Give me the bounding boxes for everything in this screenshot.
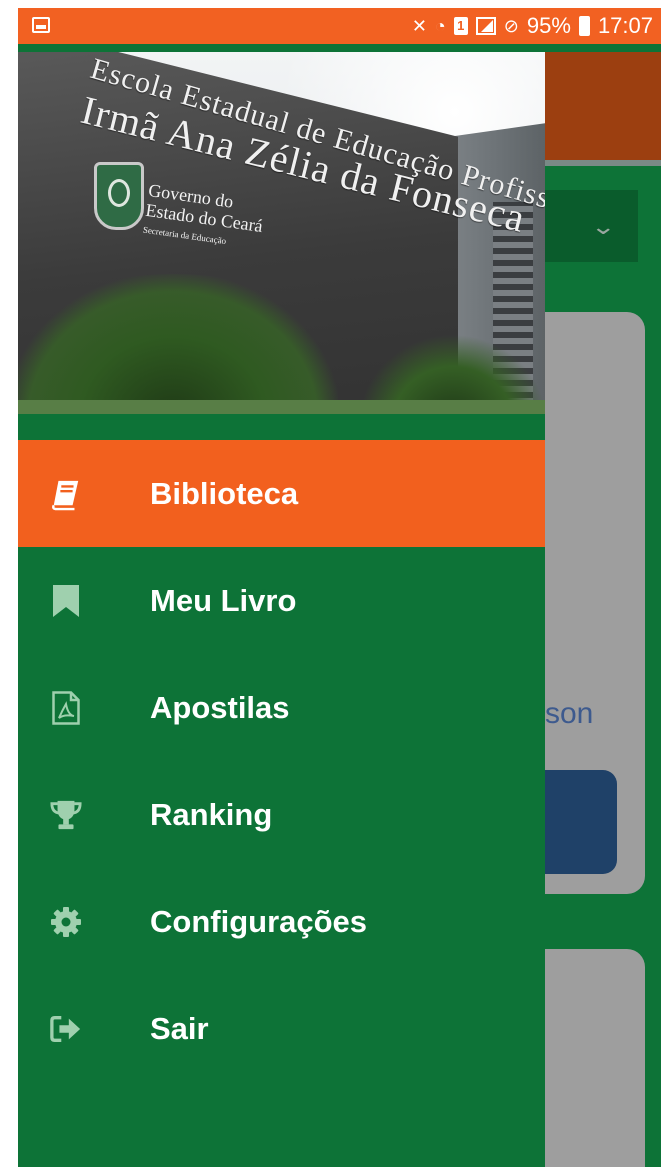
header-spacer <box>18 414 545 440</box>
menu-item-label: Biblioteca <box>150 475 299 511</box>
menu-item-meu-livro[interactable]: Meu Livro <box>18 547 545 654</box>
clock: 17:07 <box>597 13 653 38</box>
menu-item-label: Apostilas <box>150 689 290 725</box>
menu-item-label: Sair <box>150 1010 209 1046</box>
drawer-menu: Biblioteca Meu Livro Apostilas Ranking C… <box>18 440 545 1082</box>
trophy-icon <box>50 799 82 831</box>
book-icon <box>50 478 82 510</box>
dnd-icon: ⊘ <box>503 15 519 36</box>
bookmark-icon <box>50 584 82 617</box>
menu-item-configuracoes[interactable]: Configurações <box>18 868 545 975</box>
sign-out-icon <box>50 1013 82 1045</box>
toolbar-divider <box>545 160 661 166</box>
signal-icon <box>475 17 496 35</box>
state-crest-icon <box>94 162 144 230</box>
menu-item-label: Configurações <box>150 903 368 939</box>
category-dropdown[interactable]: ⌄ <box>545 190 638 262</box>
battery-icon <box>578 16 590 36</box>
card-button[interactable] <box>545 770 617 874</box>
menu-item-ranking[interactable]: Ranking <box>18 761 545 868</box>
gallery-icon <box>32 17 50 33</box>
background-app: ⌄ son <box>545 44 661 1167</box>
app-toolbar <box>545 52 661 160</box>
content-card-2 <box>545 949 645 1167</box>
battery-percent: 95% <box>526 13 571 38</box>
menu-item-sair[interactable]: Sair <box>18 975 545 1082</box>
navigation-drawer: Escola Estadual de Educação Profissional… <box>18 44 545 1167</box>
mute-icon: ✕ <box>411 15 427 36</box>
menu-item-label: Ranking <box>150 796 273 832</box>
pdf-file-icon <box>50 690 82 725</box>
status-bar-icons: ✕ ◔ 1 ⊘ 95% 17:07 <box>412 8 653 44</box>
gear-icon <box>50 906 82 938</box>
card-partial-text: son <box>545 697 594 730</box>
content-card: son <box>545 312 645 894</box>
lawn <box>18 400 545 414</box>
sim-icon: 1 <box>453 17 468 35</box>
menu-item-apostilas[interactable]: Apostilas <box>18 654 545 761</box>
chevron-down-icon: ⌄ <box>589 214 616 239</box>
status-bar: ✕ ◔ 1 ⊘ 95% 17:07 <box>18 8 661 44</box>
menu-item-biblioteca[interactable]: Biblioteca <box>18 440 545 547</box>
wifi-icon: ◔ <box>434 15 446 36</box>
menu-item-label: Meu Livro <box>150 582 297 618</box>
drawer-header-photo: Escola Estadual de Educação Profissional… <box>18 52 545 414</box>
